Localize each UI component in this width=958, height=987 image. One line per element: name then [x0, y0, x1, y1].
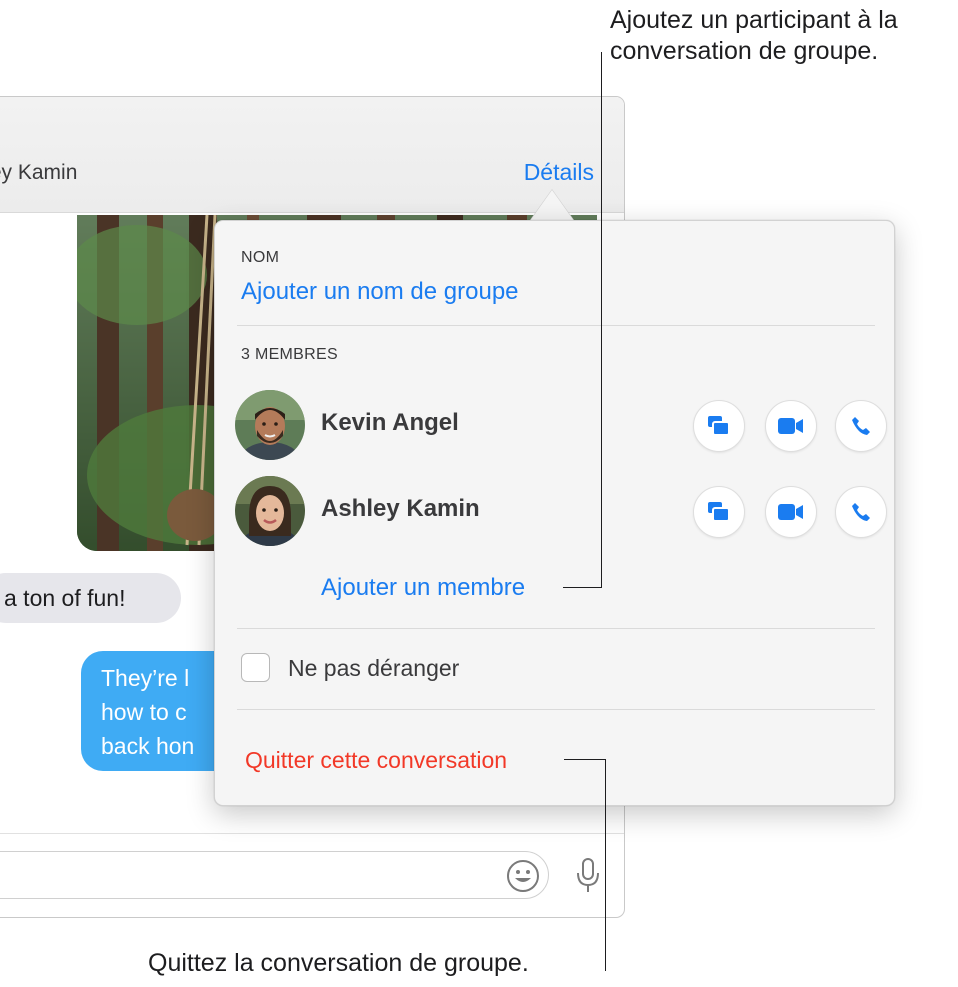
details-popover: NOM Ajouter un nom de groupe 3 MEMBRES K… — [214, 220, 895, 806]
add-group-name-link[interactable]: Ajouter un nom de groupe — [241, 278, 519, 306]
message-input[interactable] — [0, 851, 549, 899]
microphone-icon — [577, 858, 599, 892]
callout-line — [563, 587, 602, 588]
name-section-label: NOM — [241, 249, 280, 266]
member-name: Kevin Angel — [321, 409, 459, 436]
add-member-link[interactable]: Ajouter un membre — [321, 574, 525, 602]
emoji-button[interactable] — [506, 859, 540, 893]
divider — [237, 709, 875, 710]
avatar-image — [235, 390, 305, 460]
callout-line — [601, 52, 602, 588]
video-camera-icon — [778, 504, 803, 520]
incoming-message-text: a ton of fun! — [4, 585, 126, 611]
members-section-label: 3 MEMBRES — [241, 346, 338, 363]
divider — [237, 628, 875, 629]
do-not-disturb-row[interactable]: Ne pas déranger — [241, 653, 641, 685]
phone-icon — [852, 503, 870, 521]
callout-leave-group: Quittez la conversation de groupe. — [148, 949, 529, 977]
phone-icon — [852, 417, 870, 435]
callout-line — [564, 759, 606, 760]
details-button[interactable]: Détails — [524, 159, 594, 186]
incoming-message-bubble[interactable]: a ton of fun! — [0, 573, 181, 623]
callout-add-participant-line1: Ajoutez un participant à la — [610, 6, 898, 34]
avatar — [235, 476, 305, 546]
popover-arrow — [530, 190, 574, 221]
message-button[interactable] — [693, 486, 745, 538]
emoji-icon — [507, 860, 539, 892]
message-icon — [708, 416, 730, 436]
member-row-ashley-kamin[interactable]: Ashley Kamin — [235, 476, 887, 546]
recipient-name[interactable]: Ashley Kamin — [0, 161, 77, 185]
divider — [237, 325, 875, 326]
message-button[interactable] — [693, 400, 745, 452]
phone-call-button[interactable] — [835, 400, 887, 452]
phone-call-button[interactable] — [835, 486, 887, 538]
do-not-disturb-checkbox[interactable] — [241, 653, 270, 682]
callout-line — [605, 759, 606, 971]
member-row-kevin-angel[interactable]: Kevin Angel — [235, 390, 887, 460]
composer-divider — [0, 833, 624, 834]
avatar-image — [235, 476, 305, 546]
video-call-button[interactable] — [765, 486, 817, 538]
do-not-disturb-label: Ne pas déranger — [288, 655, 460, 681]
member-name: Ashley Kamin — [321, 495, 480, 522]
leave-conversation-link[interactable]: Quitter cette conversation — [245, 747, 507, 774]
avatar — [235, 390, 305, 460]
video-camera-icon — [778, 418, 803, 434]
microphone-button[interactable] — [575, 857, 601, 895]
video-call-button[interactable] — [765, 400, 817, 452]
message-icon — [708, 502, 730, 522]
callout-add-participant-line2: conversation de groupe. — [610, 37, 879, 65]
